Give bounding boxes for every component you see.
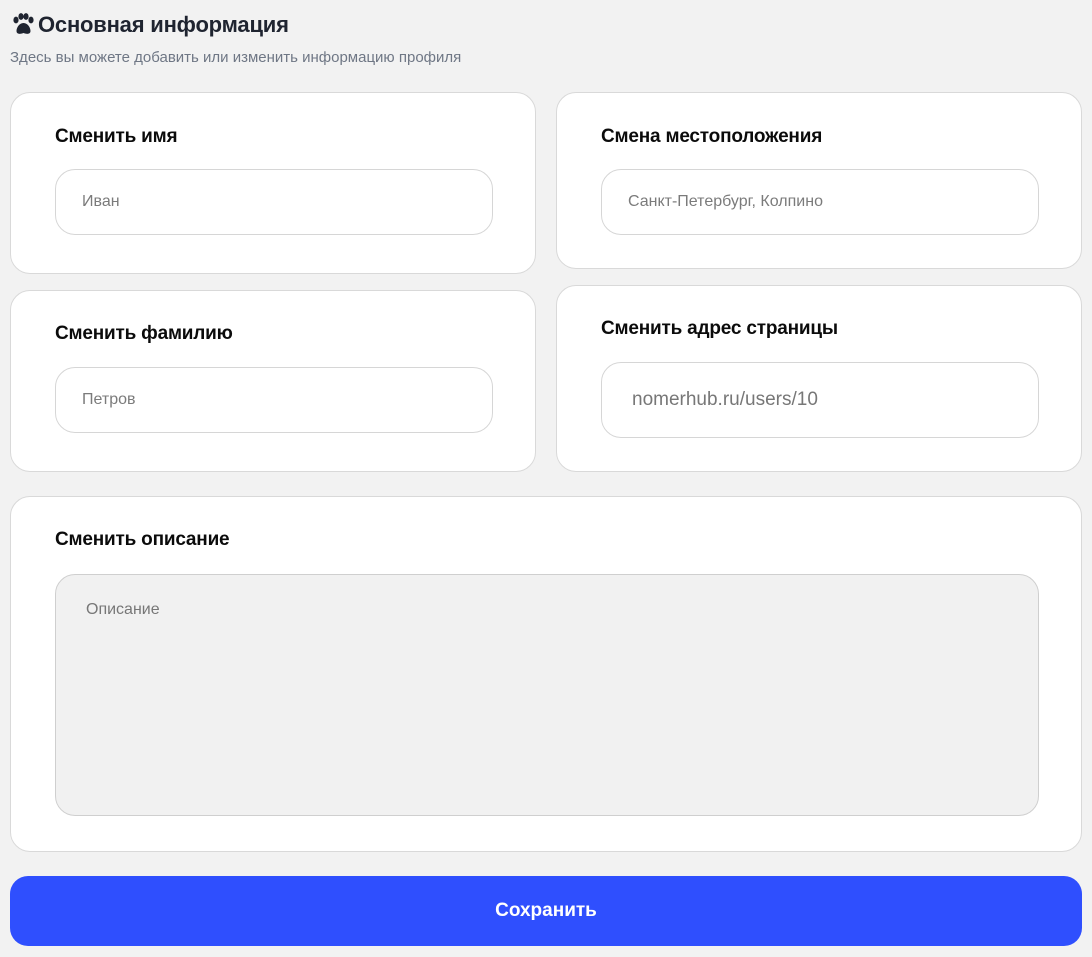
page-title: Основная информация xyxy=(38,12,289,37)
title-row: Основная информация xyxy=(10,10,461,40)
description-textarea[interactable] xyxy=(55,574,1039,816)
last-name-label: Сменить фамилию xyxy=(55,323,233,344)
section-header: Основная информация Здесь вы можете доба… xyxy=(10,10,461,66)
save-button[interactable]: Сохранить xyxy=(10,876,1082,946)
profile-settings-page: Основная информация Здесь вы можете доба… xyxy=(0,0,1092,957)
paw-icon xyxy=(10,12,36,38)
first-name-card: Сменить имя xyxy=(10,92,536,274)
last-name-card: Сменить фамилию xyxy=(10,290,536,472)
page-subtitle: Здесь вы можете добавить или изменить ин… xyxy=(10,49,462,66)
first-name-label: Сменить имя xyxy=(55,126,178,147)
page-address-input[interactable] xyxy=(601,362,1039,438)
page-address-label: Сменить адрес страницы xyxy=(601,318,838,339)
description-card: Сменить описание xyxy=(10,496,1082,852)
location-card: Смена местоположения xyxy=(556,92,1082,269)
location-input[interactable] xyxy=(601,169,1039,235)
page-address-card: Сменить адрес страницы xyxy=(556,285,1082,472)
location-label: Смена местоположения xyxy=(601,126,823,147)
last-name-input[interactable] xyxy=(55,367,493,433)
first-name-input[interactable] xyxy=(55,169,493,235)
description-label: Сменить описание xyxy=(55,529,230,550)
